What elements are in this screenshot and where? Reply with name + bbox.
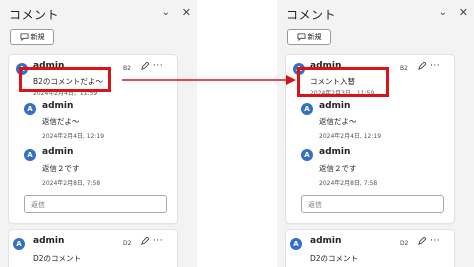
highlight-box	[19, 67, 111, 92]
comment-text: D2のコメント	[33, 254, 82, 263]
reply-input[interactable]: 返信	[24, 195, 167, 213]
reply-author: admin	[42, 147, 74, 157]
new-comment-button[interactable]: 新規	[287, 29, 331, 45]
new-comment-icon	[297, 33, 305, 41]
more-options-icon[interactable]: ···	[153, 237, 163, 246]
reply-author: admin	[319, 147, 351, 157]
reply-date: 2024年2月8日, 7:58	[319, 180, 378, 187]
highlight-box	[297, 67, 389, 97]
edit-pencil-icon[interactable]	[140, 237, 149, 246]
new-comment-label: 新規	[307, 33, 322, 41]
new-comment-button[interactable]: 新規	[10, 29, 54, 45]
new-comment-icon	[20, 33, 28, 41]
more-options-icon[interactable]: ···	[430, 237, 440, 246]
comments-pane-before: コメント ⌄ ✕ 新規 A admin B2 ··· B2のコメントだよ～ 20…	[0, 0, 197, 267]
pane-title: コメント	[286, 8, 337, 22]
avatar: A	[24, 149, 36, 161]
avatar: A	[24, 103, 36, 115]
avatar: A	[290, 238, 302, 250]
slide-tag: D2	[400, 240, 409, 247]
comment-thread[interactable]: A admin D2 ··· D2のコメント	[9, 230, 177, 267]
comments-pane-after: コメント ⌄ ✕ 新規 A admin B2 ··· コメント入替 2024年2…	[277, 0, 474, 267]
reply-text: 返信２です	[42, 164, 80, 173]
reply-text: 返信だよ～	[319, 117, 357, 126]
pane-title: コメント	[9, 8, 60, 22]
reply-date: 2024年2月4日, 12:19	[319, 133, 382, 140]
comment-author: admin	[33, 236, 65, 246]
reply-date: 2024年2月4日, 12:19	[42, 133, 105, 140]
reply-author: admin	[319, 101, 351, 111]
more-options-icon[interactable]: ···	[430, 62, 440, 71]
more-options-icon[interactable]: ···	[153, 62, 163, 71]
comment-text: D2のコメント	[310, 254, 359, 263]
avatar: A	[13, 238, 25, 250]
slide-tag: D2	[123, 240, 132, 247]
avatar: A	[301, 149, 313, 161]
chevron-down-icon[interactable]: ⌄	[162, 8, 170, 18]
reply-text: 返信２です	[319, 164, 357, 173]
reply-date: 2024年2月8日, 7:58	[42, 180, 101, 187]
comment-thread[interactable]: A admin D2 ··· D2のコメント	[286, 230, 454, 267]
new-comment-label: 新規	[30, 33, 45, 41]
edit-pencil-icon[interactable]	[417, 62, 426, 71]
avatar: A	[301, 103, 313, 115]
reply-input[interactable]: 返信	[301, 195, 444, 213]
close-icon[interactable]: ✕	[182, 7, 191, 18]
reply-text: 返信だよ～	[42, 117, 80, 126]
close-icon[interactable]: ✕	[459, 7, 468, 18]
edit-pencil-icon[interactable]	[417, 237, 426, 246]
reply-author: admin	[42, 101, 74, 111]
slide-tag: B2	[123, 65, 131, 72]
edit-pencil-icon[interactable]	[140, 62, 149, 71]
chevron-down-icon[interactable]: ⌄	[439, 8, 447, 18]
slide-tag: B2	[400, 65, 408, 72]
comment-author: admin	[310, 236, 342, 246]
